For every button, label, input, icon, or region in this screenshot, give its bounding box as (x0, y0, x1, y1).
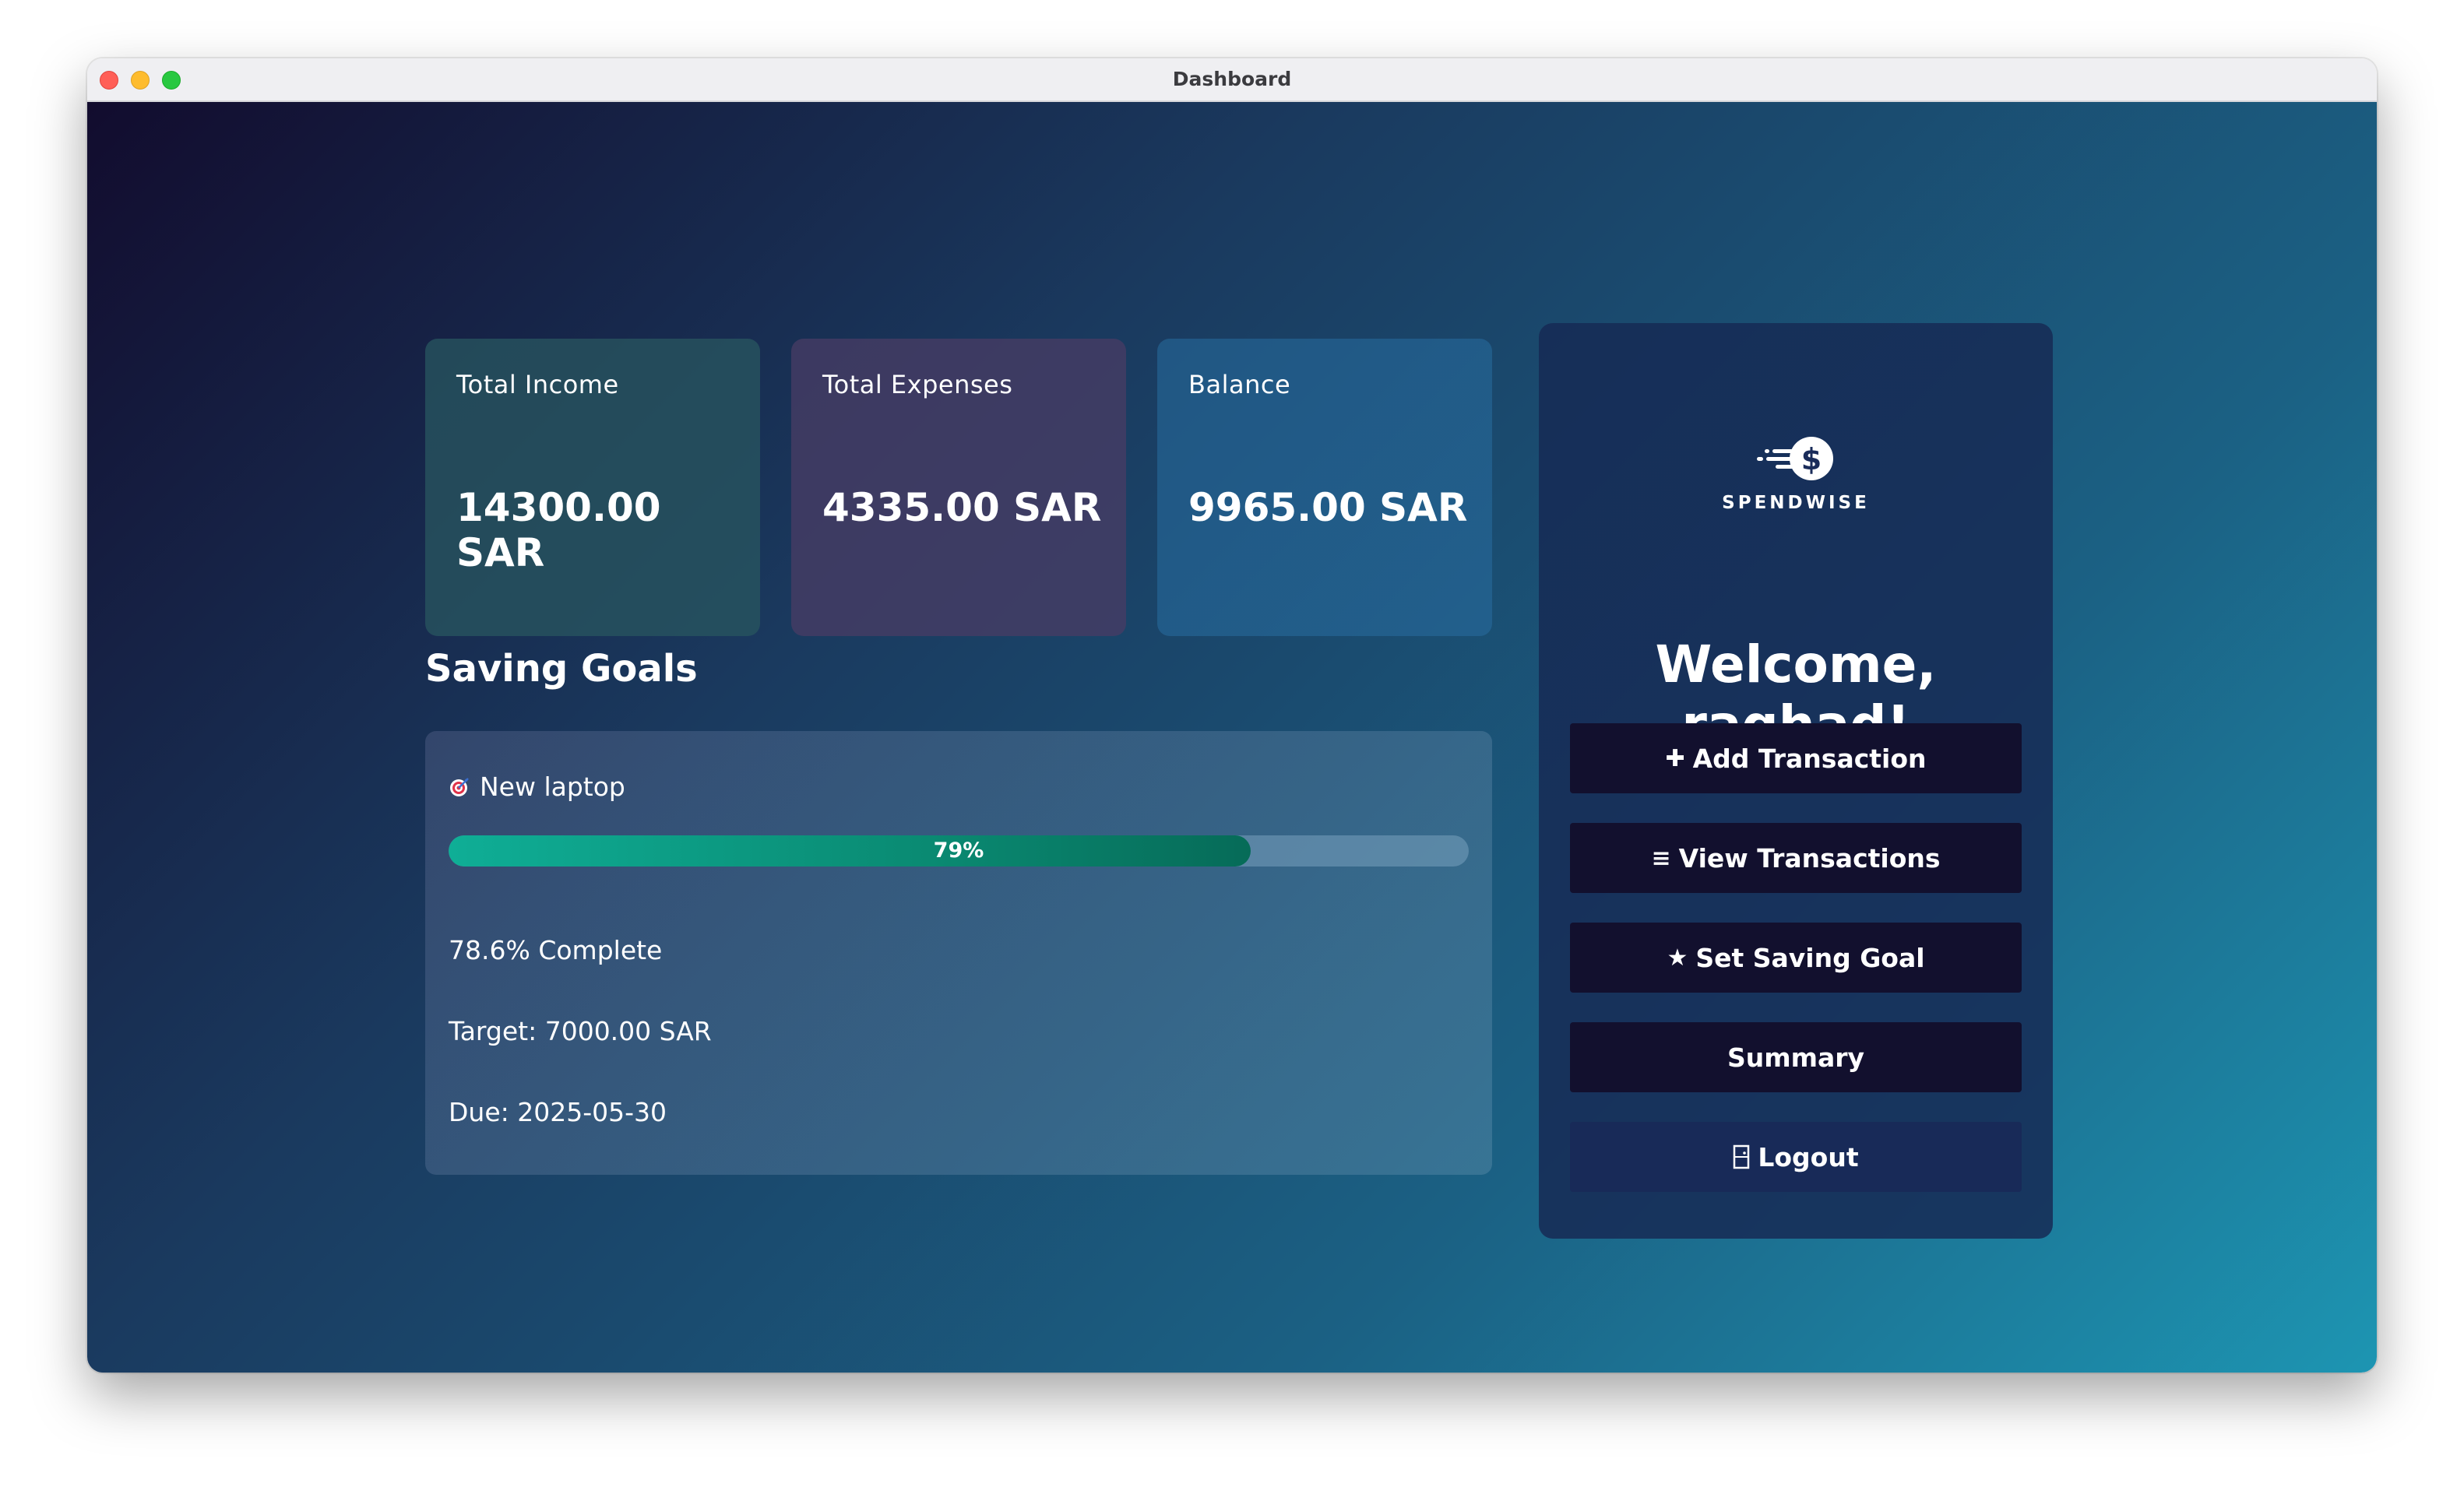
add-transaction-label: Add Transaction (1692, 743, 1927, 774)
spendwise-logo: $ SPENDWISE (1539, 432, 2053, 513)
dashboard-content: Total Income 14300.00 SAR Total Expenses… (87, 102, 2377, 1373)
target-icon (450, 777, 469, 796)
goal-complete-text: 78.6% Complete (449, 935, 663, 965)
goal-target-text: Target: 7000.00 SAR (449, 1016, 712, 1046)
balance-card: Balance 9965.00 SAR (1157, 339, 1492, 636)
list-icon: ≡ (1651, 844, 1671, 872)
app-window: Dashboard Total Income 14300.00 SAR Tota… (87, 58, 2377, 1373)
goal-due-text: Due: 2025-05-30 (449, 1097, 667, 1127)
summary-label: Summary (1727, 1042, 1865, 1073)
goal-name: New laptop (480, 772, 625, 802)
plus-icon: ✚ (1665, 744, 1685, 772)
star-icon: ★ (1667, 944, 1688, 972)
dollar-coin-icon: $ (1757, 437, 1833, 480)
view-transactions-label: View Transactions (1678, 842, 1941, 874)
summary-button[interactable]: Summary (1570, 1022, 2022, 1092)
svg-text:$: $ (1801, 442, 1822, 476)
logout-button[interactable]: Logout (1570, 1122, 2022, 1192)
logout-label: Logout (1758, 1141, 1859, 1172)
balance-value: 9965.00 SAR (1188, 485, 1468, 530)
goal-progress-label: 79% (933, 838, 984, 863)
saving-goals-title: Saving Goals (425, 647, 698, 691)
set-saving-goal-label: Set Saving Goal (1695, 942, 1925, 973)
logo-text: SPENDWISE (1722, 493, 1870, 513)
title-bar: Dashboard (87, 58, 2377, 102)
total-income-card: Total Income 14300.00 SAR (425, 339, 760, 636)
add-transaction-button[interactable]: ✚ Add Transaction (1570, 723, 2022, 793)
total-income-value: 14300.00 SAR (456, 485, 661, 575)
total-expenses-card: Total Expenses 4335.00 SAR (791, 339, 1126, 636)
goal-name-row: New laptop (449, 772, 625, 802)
total-expenses-label: Total Expenses (822, 370, 1013, 399)
balance-label: Balance (1188, 370, 1291, 399)
total-expenses-value: 4335.00 SAR (822, 485, 1102, 530)
total-income-label: Total Income (456, 370, 619, 399)
goal-progress-bar: 79% (449, 835, 1469, 867)
window-title: Dashboard (1172, 68, 1292, 90)
view-transactions-button[interactable]: ≡ View Transactions (1570, 823, 2022, 893)
door-icon (1734, 1144, 1750, 1169)
action-sidebar: $ SPENDWISE Welcome, raghad! ✚ Add Trans… (1539, 323, 2053, 1239)
set-saving-goal-button[interactable]: ★ Set Saving Goal (1570, 923, 2022, 993)
saving-goal-panel: New laptop 79% 78.6% Complete Target: 70… (425, 731, 1492, 1175)
